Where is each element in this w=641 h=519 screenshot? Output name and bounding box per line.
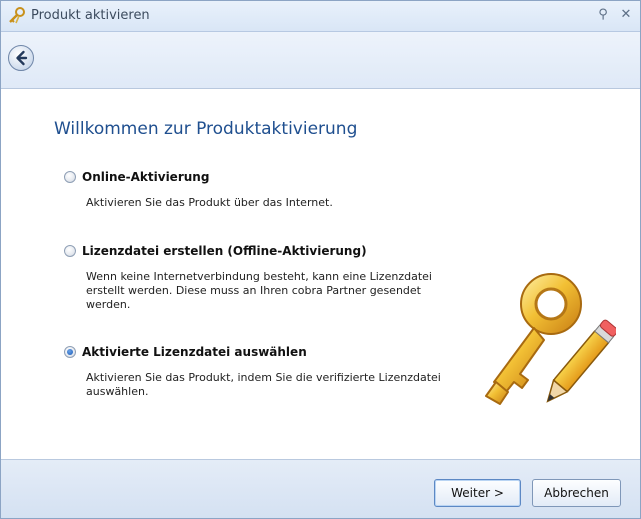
option-online-activation[interactable]: Online-Aktivierung Aktivieren Sie das Pr… (64, 170, 484, 210)
next-button[interactable]: Weiter > (434, 479, 521, 507)
key-and-pencil-icon (485, 273, 616, 405)
toolbar (1, 32, 640, 89)
option-description: Aktivieren Sie das Produkt über das Inte… (86, 196, 333, 209)
radio-online-activation[interactable] (64, 171, 76, 183)
page-title: Willkommen zur Produktaktivierung (54, 119, 358, 139)
close-icon[interactable]: ✕ (618, 7, 634, 23)
window-title: Produkt aktivieren (31, 8, 150, 23)
option-description: Aktivieren Sie das Produkt, indem Sie di… (86, 371, 441, 398)
option-label[interactable]: Aktivierte Lizenzdatei auswählen (82, 345, 307, 359)
option-label[interactable]: Online-Aktivierung (82, 170, 209, 184)
radio-select-activated-license[interactable] (64, 346, 76, 358)
activation-dialog: Produkt aktivieren ⚲ ✕ Willkommen zur Pr… (0, 0, 641, 519)
cancel-button[interactable]: Abbrechen (532, 479, 621, 507)
radio-create-license-file[interactable] (64, 245, 76, 257)
main-content: Willkommen zur Produktaktivierung Online… (1, 89, 640, 458)
title-bar: Produkt aktivieren ⚲ ✕ (1, 1, 640, 32)
option-select-activated-license[interactable]: Aktivierte Lizenzdatei auswählen Aktivie… (64, 345, 484, 405)
option-label[interactable]: Lizenzdatei erstellen (Offline-Aktivieru… (82, 244, 367, 258)
back-arrow-icon[interactable] (7, 44, 35, 72)
option-create-license-file[interactable]: Lizenzdatei erstellen (Offline-Aktivieru… (64, 244, 484, 314)
option-description: Wenn keine Internetverbindung besteht, k… (86, 270, 432, 311)
pin-icon[interactable]: ⚲ (595, 7, 611, 23)
keys-icon (9, 7, 25, 24)
footer-bar: Weiter > Abbrechen (1, 459, 640, 518)
